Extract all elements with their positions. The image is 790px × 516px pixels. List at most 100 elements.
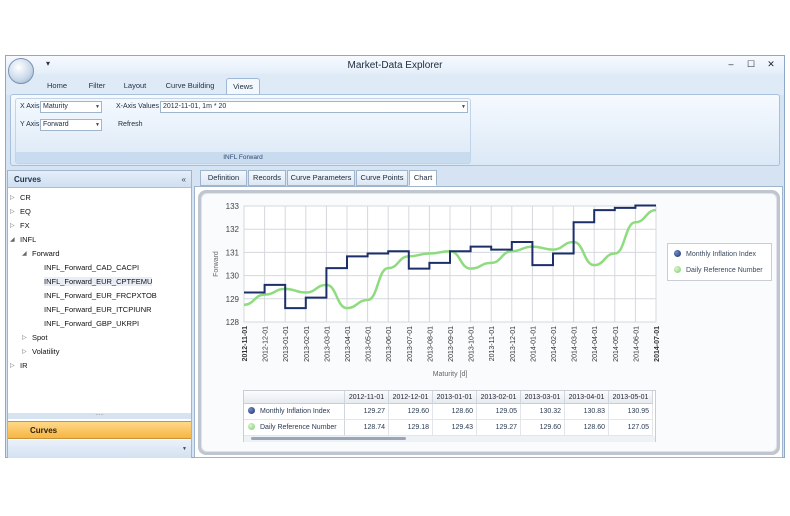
table-cell[interactable]: 127.05 [609,420,653,436]
chevron-down-icon[interactable]: ▼ [182,446,187,452]
curves-pane-title: Curves [14,175,42,184]
table-corner-header [244,391,345,404]
table-cell[interactable]: 129.43 [433,420,477,436]
tab-curve-building[interactable]: Curve Building [164,78,216,95]
table-cell[interactable]: 129.60 [389,404,433,420]
tab-records[interactable]: Records [248,170,286,186]
tree-expander-icon[interactable]: ◢ [22,250,27,257]
tab-home[interactable]: Home [42,78,72,95]
x-tick-label: 2014-07-01 [654,326,661,362]
chart-data-table: 2012-11-01 2012-12-01 2013-01-01 2013-02-01… [243,390,656,442]
row-label-text: Monthly Inflation Index [260,408,331,415]
table-horizontal-scrollbar[interactable] [244,436,655,442]
tree-item[interactable]: IR [20,361,28,370]
table-column-header[interactable]: 2012-11-01 [345,391,389,404]
tree-expander-icon[interactable]: ◢ [10,236,15,243]
table-cell[interactable]: 129.05 [477,404,521,420]
tab-layout[interactable]: Layout [120,78,150,95]
tree-expander-icon[interactable]: ▷ [10,222,15,229]
y-axis-label: Forward [213,251,220,277]
table-cell[interactable]: 130.95 [609,404,653,420]
tree-expander-icon[interactable]: ▷ [10,208,15,215]
nav-button-curves[interactable]: Curves [8,421,191,439]
table-cell[interactable]: 129.27 [345,404,389,420]
x-axis-values-input[interactable]: 2012-11-01, 1m * 20 ▼ [160,101,468,113]
table-column-header[interactable]: 2013-01-01 [433,391,477,404]
legend-item-daily: Daily Reference Number [674,266,763,274]
table-column-header[interactable]: 2013-03-01 [521,391,565,404]
collapse-pane-icon[interactable]: « [182,171,186,188]
y-axis-combo[interactable]: Forward ▼ [40,119,102,131]
tree-expander-icon[interactable]: ▷ [22,348,27,355]
legend-marker-daily [674,266,681,273]
maximize-button[interactable]: ☐ [742,58,760,70]
ribbon-group-label: INFL Forward [16,152,470,163]
tree-item[interactable]: FX [20,221,30,230]
table-cell[interactable]: 130.83 [565,404,609,420]
table-cell[interactable]: 128.60 [565,420,609,436]
minimize-button[interactable]: – [722,58,740,70]
legend-label-monthly: Monthly Inflation Index [686,251,757,258]
tree-expander-icon[interactable]: ▷ [10,362,15,369]
tab-chart[interactable]: Chart [409,170,437,186]
table-cell[interactable]: 129.60 [521,420,565,436]
tree-item[interactable]: INFL_Forward_GBP_UKRPI [44,319,139,328]
tree-item[interactable]: Volatility [32,347,60,356]
x-axis-label: Maturity [d] [433,371,468,378]
x-tick-label: 2013-11-01 [489,326,496,361]
table-column-header[interactable]: 2013-04-01 [565,391,609,404]
x-tick-label: 2013-09-01 [448,326,455,362]
row-label-text: Daily Reference Number [260,424,337,431]
x-tick-label: 2013-05-01 [366,326,373,362]
table-cell[interactable]: 128.60 [433,404,477,420]
refresh-button[interactable]: Refresh [118,121,143,128]
tree-item[interactable]: CR [20,193,31,202]
x-tick-label: 2013-04-01 [345,326,352,362]
table-column-header[interactable]: 2012-12-01 [389,391,433,404]
tree-item[interactable]: Spot [32,333,47,342]
x-axis-combo[interactable]: Maturity ▼ [40,101,102,113]
tab-views[interactable]: Views [226,78,260,95]
tree-expander-icon[interactable]: ▷ [22,334,27,341]
chart-panel: 128 129 130 131 132 133 2012-11-01 2012-12-01 20… [201,193,777,452]
chevron-down-icon: ▼ [95,104,100,110]
curves-pane: Curves « ▷ CR ▷ EQ ▷ FX ◢ INFL ◢ Forward INFL_Forw… [7,170,192,458]
table-cell[interactable]: 128.74 [345,420,389,436]
x-tick-label: 2013-01-01 [283,326,290,362]
tab-curve-points[interactable]: Curve Points [356,170,408,186]
tab-definition[interactable]: Definition [200,170,247,186]
row-marker-icon [248,407,255,414]
table-column-header[interactable]: 2013-02-01 [477,391,521,404]
y-tick-label: 129 [226,295,240,304]
main-window: ▾ Market-Data Explorer – ☐ ✕ Home Filter… [5,55,785,458]
tab-filter[interactable]: Filter [84,78,110,95]
x-tick-label: 2013-12-01 [510,326,517,362]
y-tick-label: 128 [226,318,240,327]
tree-expander-icon[interactable]: ▷ [10,194,15,201]
tree-item[interactable]: Forward [32,249,60,258]
x-tick-label: 2012-12-01 [263,326,270,362]
chevron-down-icon: ▼ [461,104,466,110]
table-cell[interactable]: 130.32 [521,404,565,420]
tree-item[interactable]: EQ [20,207,31,216]
tab-curve-parameters[interactable]: Curve Parameters [287,170,355,186]
window-title: Market-Data Explorer [347,60,443,71]
scrollbar-thumb[interactable] [251,437,406,440]
y-tick-label: 131 [226,248,240,257]
table-cell[interactable]: 129.27 [477,420,521,436]
table-row-label: Monthly Inflation Index [244,404,345,420]
tree-item[interactable]: INFL_Forward_EUR_FRCPXTOB [44,291,157,300]
close-button[interactable]: ✕ [762,58,780,70]
tree-item[interactable]: INFL_Forward_EUR_CPTFEMU [44,277,153,286]
application-orb-button[interactable] [8,58,34,84]
tree-item[interactable]: INFL [20,235,36,244]
table-column-header[interactable]: 2013-05-01 [609,391,653,404]
tree-item[interactable]: INFL_Forward_CAD_CACPI [44,263,139,272]
pane-splitter[interactable]: ····· [8,413,191,419]
forward-curve-chart[interactable]: 128 129 130 131 132 133 2012-11-01 2012-12-01 20… [202,194,778,384]
title-bar: ▾ Market-Data Explorer – ☐ ✕ [6,56,784,74]
y-axis-label: Y Axis [20,121,40,128]
x-tick-label: 2013-02-01 [304,326,311,362]
tree-item[interactable]: INFL_Forward_EUR_ITCPIUNR [44,305,152,314]
table-cell[interactable]: 129.18 [389,420,433,436]
